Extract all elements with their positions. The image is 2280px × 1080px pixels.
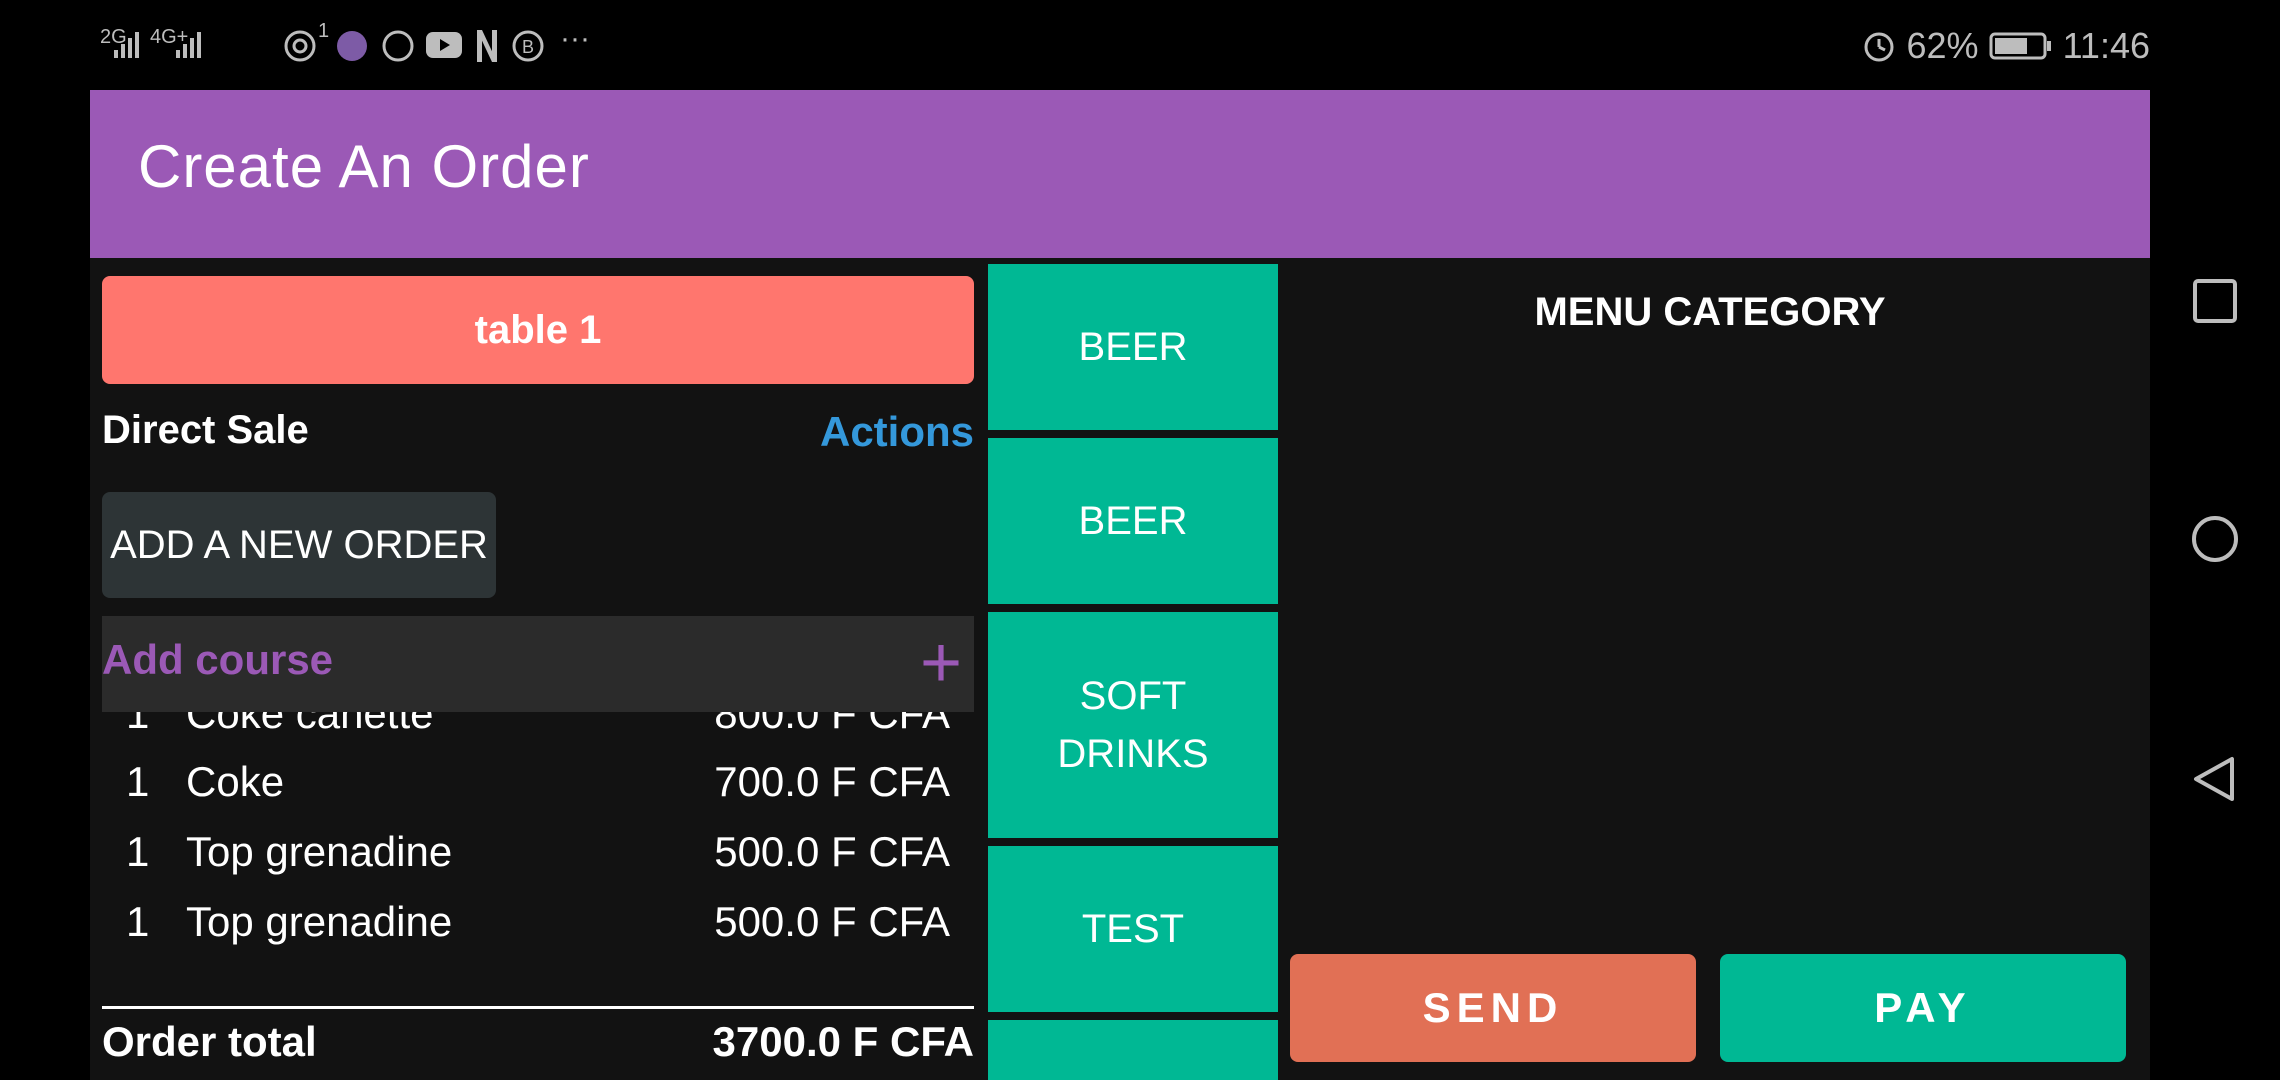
battery-icon bbox=[1989, 32, 2051, 60]
notification-count: 1 bbox=[318, 20, 330, 42]
system-nav-bar bbox=[2150, 0, 2280, 1080]
send-button[interactable]: SEND bbox=[1290, 954, 1696, 1062]
order-total-value: 3700.0 F CFA bbox=[712, 1018, 974, 1065]
item-price: 500.0 F CFA bbox=[714, 898, 950, 945]
home-icon[interactable] bbox=[2190, 514, 2240, 564]
item-qty: 1 bbox=[126, 898, 150, 945]
item-name: Coke canette bbox=[186, 712, 434, 737]
item-qty: 1 bbox=[126, 712, 150, 737]
clock: 11:46 bbox=[2062, 25, 2150, 66]
alarm-icon bbox=[1864, 32, 1894, 62]
app-window: Create An Order table 1 Direct Sale Acti… bbox=[90, 90, 2150, 1080]
order-item-row[interactable]: 1 Coke canette 800.0 F CFA bbox=[102, 712, 974, 760]
total-divider bbox=[102, 1006, 974, 1009]
status-bar: 2G 4G+ 1 B ··· 62% 11:46 bbox=[90, 0, 2150, 90]
recent-apps-icon[interactable] bbox=[2190, 276, 2240, 326]
category-test[interactable]: TEST bbox=[988, 846, 1278, 1012]
svg-text:B: B bbox=[522, 37, 534, 57]
order-total-label: Order total bbox=[102, 1018, 317, 1065]
battery-percent: 62% bbox=[1906, 25, 1979, 66]
page-title: Create An Order bbox=[138, 133, 590, 200]
item-qty: 1 bbox=[126, 758, 150, 805]
signal-icon bbox=[114, 32, 139, 58]
item-name: Top grenadine bbox=[186, 898, 453, 945]
add-course-plus-icon[interactable]: + bbox=[920, 618, 962, 708]
add-new-order-button[interactable]: ADD A NEW ORDER bbox=[102, 492, 496, 598]
app-bar: Create An Order bbox=[90, 90, 2150, 258]
category-beer[interactable]: BEER bbox=[988, 264, 1278, 430]
actions-link[interactable]: Actions bbox=[820, 408, 974, 456]
more-notifications-icon: ··· bbox=[560, 22, 590, 55]
order-item-row[interactable]: 1 Coke 700.0 F CFA bbox=[102, 758, 974, 828]
category-beer[interactable]: BEER bbox=[988, 438, 1278, 604]
order-item-row[interactable]: 1 Top grenadine 500.0 F CFA bbox=[102, 828, 974, 898]
item-price: 800.0 F CFA bbox=[714, 712, 950, 737]
order-item-row[interactable]: 1 Top grenadine 500.0 F CFA bbox=[102, 898, 974, 968]
direct-sale-label: Direct Sale bbox=[102, 408, 309, 452]
pay-button[interactable]: PAY bbox=[1720, 954, 2126, 1062]
item-price: 500.0 F CFA bbox=[714, 828, 950, 875]
item-price: 700.0 F CFA bbox=[714, 758, 950, 805]
item-name: Top grenadine bbox=[186, 828, 453, 875]
table-select-button[interactable]: table 1 bbox=[102, 276, 974, 384]
add-course-label: Add course bbox=[102, 636, 334, 683]
status-right: 62% 11:46 bbox=[1861, 22, 2150, 70]
item-name: Coke bbox=[186, 758, 285, 805]
menu-category-heading: MENU CATEGORY bbox=[1534, 290, 1886, 334]
add-course-bar[interactable]: Add course + bbox=[102, 616, 974, 712]
whatsapp-icon bbox=[382, 30, 414, 62]
hotspot-icon bbox=[284, 30, 316, 62]
category-item[interactable] bbox=[988, 1020, 1278, 1080]
app-icon bbox=[337, 31, 367, 61]
back-icon[interactable] bbox=[2190, 754, 2240, 804]
youtube-icon bbox=[426, 32, 462, 58]
b-app-icon: B bbox=[512, 30, 544, 62]
category-soft-drinks[interactable]: SOFT DRINKS bbox=[988, 612, 1278, 838]
signal-icon bbox=[176, 32, 201, 58]
item-qty: 1 bbox=[126, 828, 150, 875]
netflix-icon bbox=[477, 30, 497, 62]
